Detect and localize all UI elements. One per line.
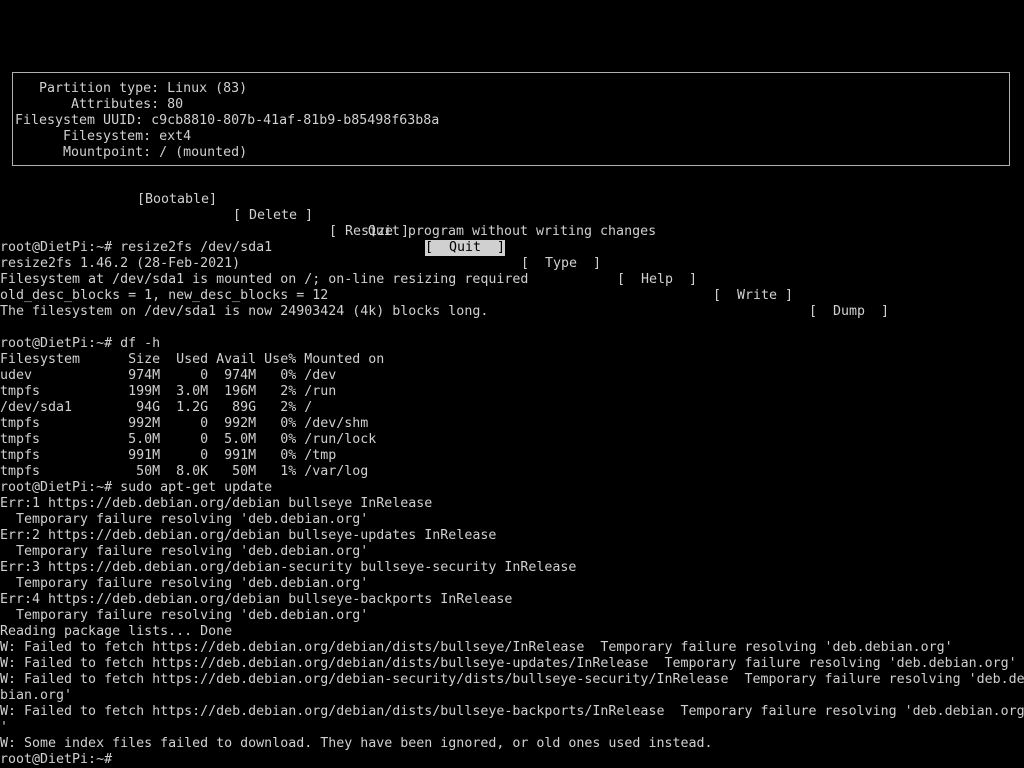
terminal-line: old_desc_blocks = 1, new_desc_blocks = 1… bbox=[0, 288, 329, 303]
terminal-line: Temporary failure resolving 'deb.debian.… bbox=[0, 544, 369, 559]
write-button[interactable]: [ Write ] bbox=[713, 288, 793, 304]
terminal-line: Temporary failure resolving 'deb.debian.… bbox=[0, 608, 369, 623]
terminal-line: W: Failed to fetch https://deb.debian.or… bbox=[0, 640, 953, 655]
terminal-line: W: Failed to fetch https://deb.debian.or… bbox=[0, 656, 1017, 671]
terminal-line: tmpfs 50M 8.0K 50M 1% /var/log bbox=[0, 464, 369, 479]
terminal-line: tmpfs 5.0M 0 5.0M 0% /run/lock bbox=[0, 432, 377, 447]
terminal-line: root@DietPi:~# df -h bbox=[0, 336, 161, 351]
terminal-screen[interactable]: Partition type: Linux (83) Attributes: 8… bbox=[0, 0, 1024, 768]
terminal-line: Reading package lists... Done bbox=[0, 624, 233, 639]
type-button[interactable]: [ Type ] bbox=[521, 256, 601, 272]
terminal-line: Err:1 https://deb.debian.org/debian bull… bbox=[0, 496, 433, 511]
terminal-line: W: Some index files failed to download. … bbox=[0, 736, 713, 751]
terminal-line: tmpfs 991M 0 991M 0% /tmp bbox=[0, 448, 337, 463]
terminal-line: Temporary failure resolving 'deb.debian.… bbox=[0, 576, 369, 591]
terminal-line: root@DietPi:~# sudo apt-get update bbox=[0, 480, 273, 495]
terminal-line: resize2fs 1.46.2 (28-Feb-2021) bbox=[0, 256, 241, 271]
terminal-line: W: Failed to fetch https://deb.debian.or… bbox=[0, 704, 1024, 719]
terminal-line: Filesystem at /dev/sda1 is mounted on /;… bbox=[0, 272, 529, 287]
partition-info-box: Partition type: Linux (83) Attributes: 8… bbox=[12, 72, 1010, 166]
terminal-line: /dev/sda1 94G 1.2G 89G 2% / bbox=[0, 400, 313, 415]
terminal-line: The filesystem on /dev/sda1 is now 24903… bbox=[0, 304, 489, 319]
filesystem-row: Filesystem: ext4 bbox=[15, 129, 192, 144]
attributes-row: Attributes: 80 bbox=[23, 97, 184, 112]
cfdisk-menu-bar: [Bootable] [ Delete ] [ Resize ] [ Quit … bbox=[0, 176, 1024, 319]
terminal-line: Temporary failure resolving 'deb.debian.… bbox=[0, 512, 369, 527]
delete-button[interactable]: [ Delete ] bbox=[233, 208, 313, 224]
terminal-line: Err:2 https://deb.debian.org/debian bull… bbox=[0, 528, 497, 543]
quit-button[interactable]: [ Quit ] bbox=[425, 240, 506, 256]
terminal-line: root@DietPi:~# bbox=[0, 752, 113, 767]
terminal-line: root@DietPi:~# resize2fs /dev/sda1 bbox=[0, 240, 273, 255]
bootable-button[interactable]: [Bootable] bbox=[137, 192, 217, 208]
terminal-line: ' bbox=[0, 720, 9, 735]
partition-type-row: Partition type: Linux (83) bbox=[23, 81, 248, 96]
status-message: Quit program without writing changes bbox=[367, 224, 657, 239]
terminal-line: Err:3 https://deb.debian.org/debian-secu… bbox=[0, 560, 577, 575]
help-button[interactable]: [ Help ] bbox=[617, 272, 697, 288]
terminal-line: bian.org' bbox=[0, 688, 73, 703]
mountpoint-row: Mountpoint: / (mounted) bbox=[15, 145, 248, 160]
terminal-line: udev 974M 0 974M 0% /dev bbox=[0, 368, 337, 383]
filesystem-uuid-row: Filesystem UUID: c9cb8810-807b-41af-81b9… bbox=[15, 113, 440, 128]
terminal-line: tmpfs 199M 3.0M 196M 2% /run bbox=[0, 384, 337, 399]
terminal-line: W: Failed to fetch https://deb.debian.or… bbox=[0, 672, 1024, 687]
dump-button[interactable]: [ Dump ] bbox=[809, 304, 889, 320]
terminal-line: Filesystem Size Used Avail Use% Mounted … bbox=[0, 352, 385, 367]
terminal-line: Err:4 https://deb.debian.org/debian bull… bbox=[0, 592, 513, 607]
terminal-line: tmpfs 992M 0 992M 0% /dev/shm bbox=[0, 416, 369, 431]
